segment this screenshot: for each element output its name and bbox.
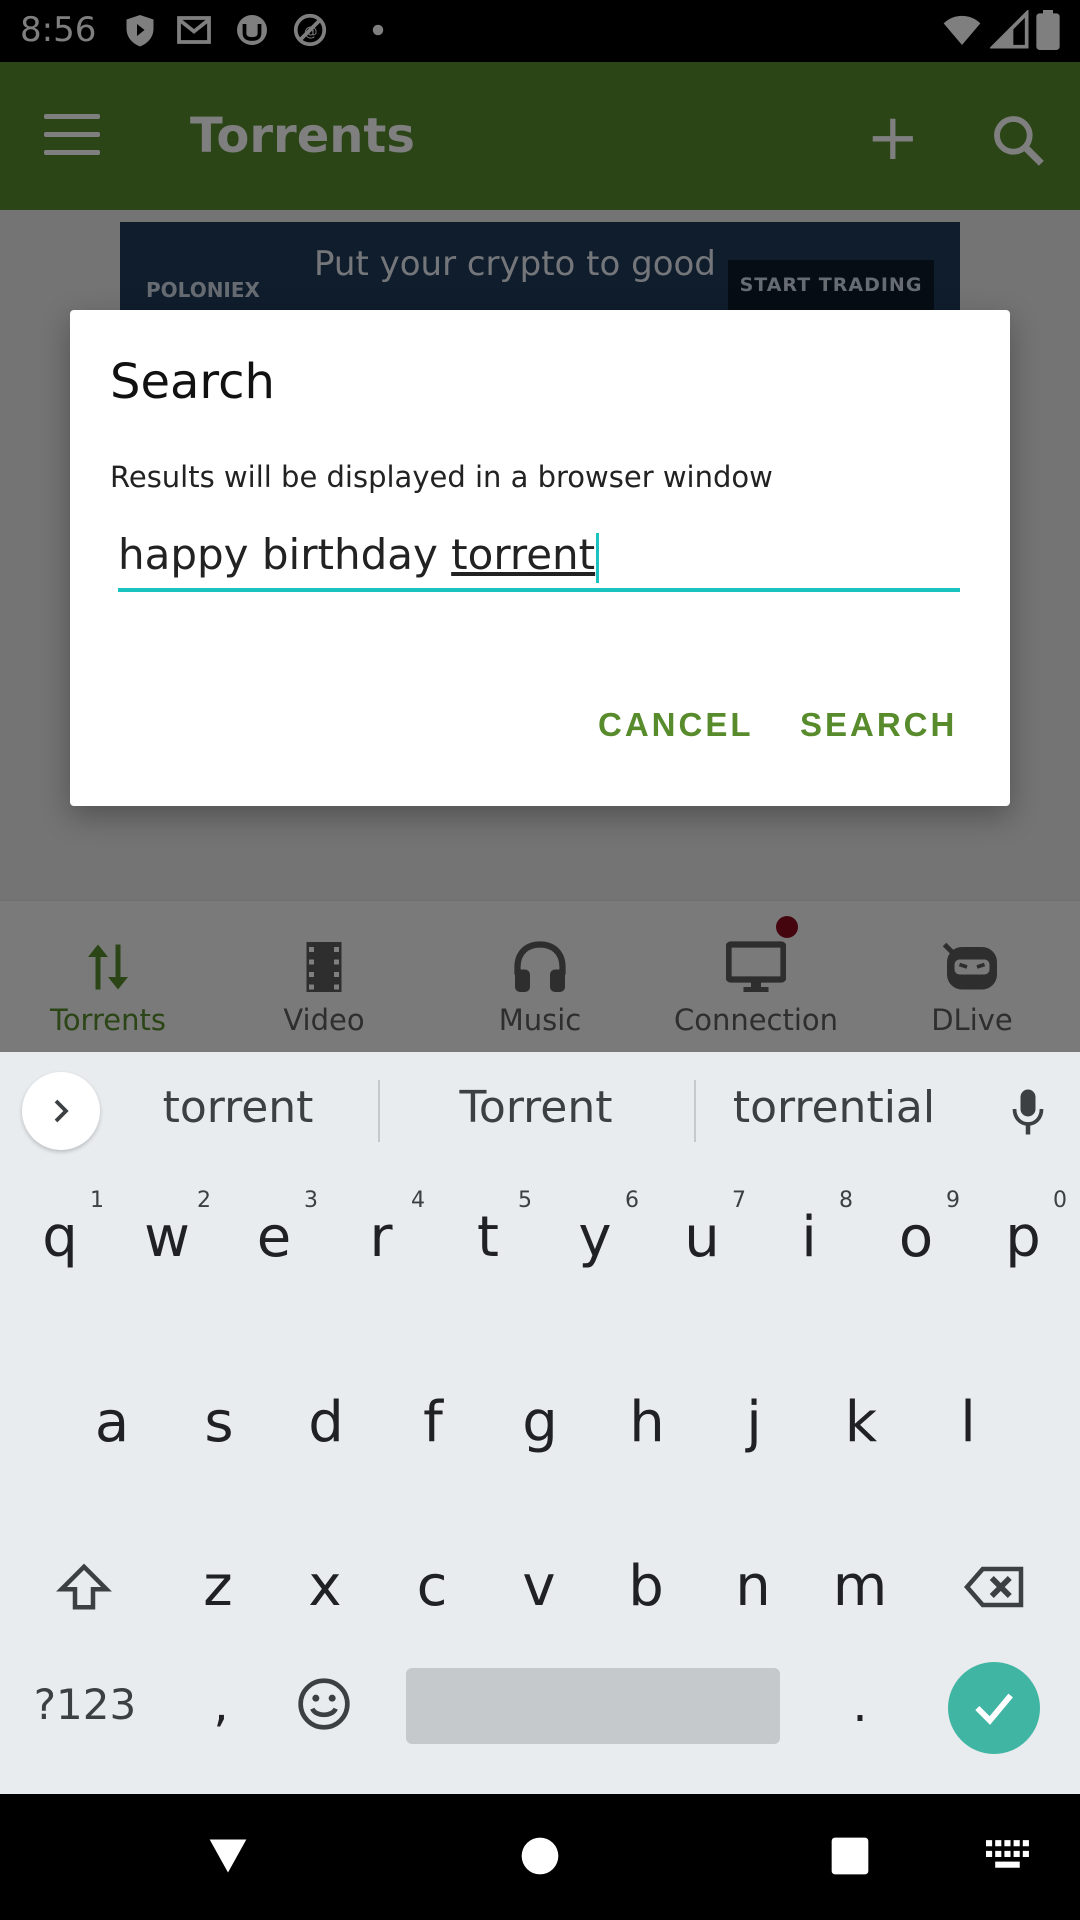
dialog-message: Results will be displayed in a browser w… [110, 460, 773, 494]
key-label: e [256, 1205, 292, 1270]
key-y[interactable]: y6 [541, 1168, 649, 1308]
key-w[interactable]: w2 [113, 1168, 221, 1308]
key-label: y [578, 1205, 612, 1270]
text-cursor [596, 532, 600, 583]
dialog-title: Search [110, 354, 275, 410]
key-n[interactable]: n [699, 1522, 807, 1652]
suggestion-3[interactable]: torrential [694, 1082, 974, 1133]
key-hint-number: 7 [732, 1188, 746, 1213]
key-k[interactable]: k [807, 1358, 915, 1488]
shift-key[interactable] [30, 1522, 138, 1652]
suggestion-2[interactable]: Torrent [396, 1082, 676, 1133]
key-q[interactable]: q1 [6, 1168, 114, 1308]
key-a[interactable]: a [58, 1358, 166, 1488]
expand-suggestions-button[interactable] [22, 1072, 100, 1150]
emoji-icon [298, 1678, 350, 1730]
key-s[interactable]: s [165, 1358, 273, 1488]
emoji-key[interactable] [270, 1640, 378, 1770]
suggestion-divider [378, 1080, 380, 1142]
search-input-composing-word: torrent [451, 530, 596, 579]
microphone-icon[interactable] [1010, 1088, 1046, 1136]
key-hint-number: 0 [1053, 1188, 1067, 1213]
key-hint-number: 1 [90, 1188, 104, 1213]
key-t[interactable]: t5 [434, 1168, 542, 1308]
search-button[interactable]: SEARCH [800, 706, 957, 744]
key-d[interactable]: d [272, 1358, 380, 1488]
key-v[interactable]: v [485, 1522, 593, 1652]
enter-key[interactable] [948, 1662, 1040, 1754]
chevron-right-icon [54, 1099, 69, 1123]
key-hint-number: 4 [411, 1188, 425, 1213]
symbols-key[interactable]: ?123 [30, 1640, 140, 1770]
key-hint-number: 9 [946, 1188, 960, 1213]
suggestion-1[interactable]: torrent [98, 1082, 378, 1133]
key-x[interactable]: x [271, 1522, 379, 1652]
key-c[interactable]: c [378, 1522, 486, 1652]
recents-icon[interactable] [830, 1836, 870, 1876]
backspace-key[interactable] [940, 1522, 1048, 1652]
search-input-value[interactable]: happy birthday torrent [118, 530, 600, 583]
key-hint-number: 8 [839, 1188, 853, 1213]
key-label: t [477, 1205, 499, 1270]
keyboard-switch-icon[interactable] [986, 1840, 1032, 1874]
key-u[interactable]: u7 [648, 1168, 756, 1308]
key-e[interactable]: e3 [220, 1168, 328, 1308]
key-hint-number: 3 [304, 1188, 318, 1213]
key-h[interactable]: h [593, 1358, 701, 1488]
key-b[interactable]: b [592, 1522, 700, 1652]
key-l[interactable]: l [914, 1358, 1022, 1488]
key-label: w [144, 1205, 190, 1270]
key-label: i [801, 1205, 817, 1270]
backspace-icon [964, 1566, 1024, 1608]
back-icon[interactable] [206, 1834, 250, 1878]
key-m[interactable]: m [806, 1522, 914, 1652]
suggestion-strip: torrent Torrent torrential [0, 1052, 1080, 1168]
search-dialog: Search Results will be displayed in a br… [70, 310, 1010, 806]
key-p[interactable]: p0 [969, 1168, 1077, 1308]
key-label: o [898, 1205, 934, 1270]
search-input-prefix: happy birthday [118, 530, 452, 579]
key-z[interactable]: z [164, 1522, 272, 1652]
key-f[interactable]: f [379, 1358, 487, 1488]
key-label: r [369, 1205, 393, 1270]
key-j[interactable]: j [700, 1358, 808, 1488]
search-input[interactable]: happy birthday torrent [118, 522, 960, 592]
comma-key[interactable]: , [166, 1640, 276, 1770]
key-hint-number: 5 [518, 1188, 532, 1213]
key-hint-number: 2 [197, 1188, 211, 1213]
cancel-button[interactable]: CANCEL [598, 706, 754, 744]
key-r[interactable]: r4 [327, 1168, 435, 1308]
space-key[interactable] [406, 1668, 780, 1744]
key-i[interactable]: i8 [755, 1168, 863, 1308]
key-label: p [1005, 1205, 1041, 1270]
checkmark-icon [975, 1693, 1013, 1725]
shift-icon [56, 1563, 112, 1610]
key-label: u [684, 1205, 720, 1270]
period-key[interactable]: . [806, 1640, 914, 1770]
key-hint-number: 6 [625, 1188, 639, 1213]
key-label: q [42, 1205, 78, 1270]
key-o[interactable]: o9 [862, 1168, 970, 1308]
system-nav-bar [0, 1794, 1080, 1920]
soft-keyboard: torrent Torrent torrential q1w2e3r4t5y6u… [0, 1052, 1080, 1794]
home-icon[interactable] [520, 1836, 560, 1876]
key-g[interactable]: g [486, 1358, 594, 1488]
